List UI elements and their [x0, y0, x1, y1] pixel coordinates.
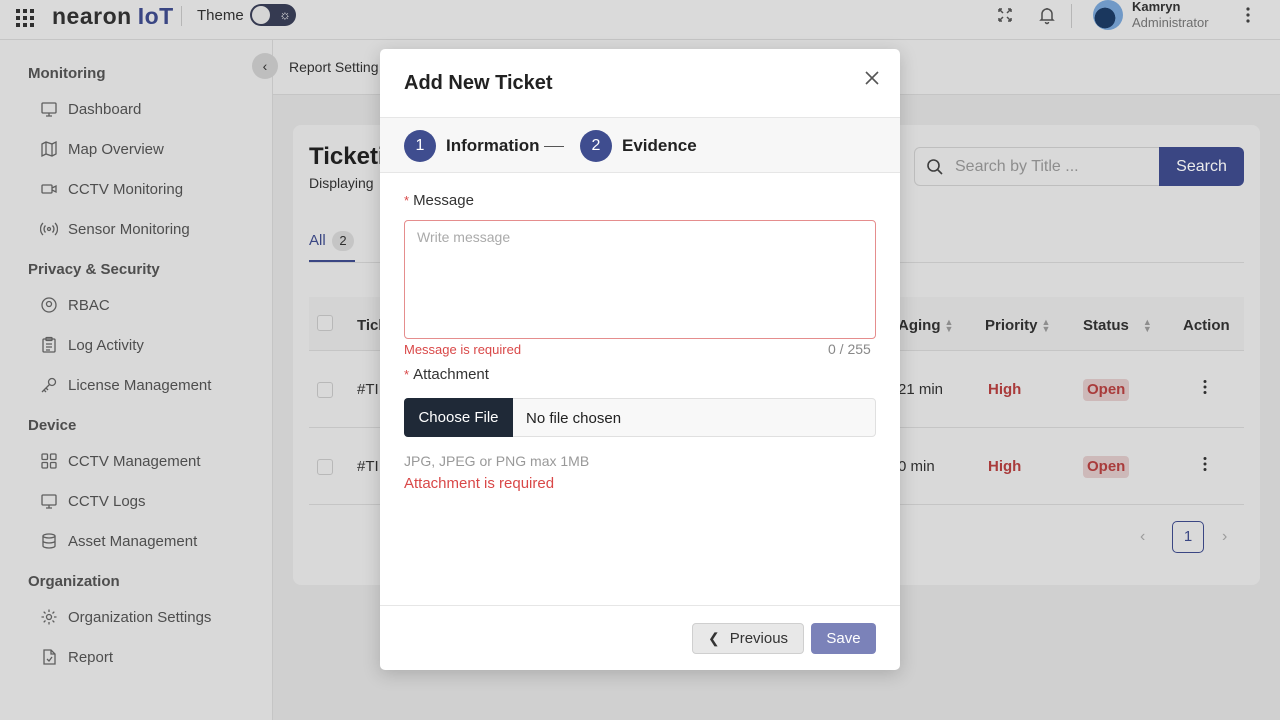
- step-number: 1: [404, 130, 436, 162]
- button-label: Previous: [729, 630, 789, 647]
- attachment-hint: JPG, JPEG or PNG max 1MB: [404, 453, 590, 469]
- character-counter: 0 / 255: [828, 341, 871, 357]
- save-button[interactable]: Save: [811, 623, 876, 654]
- label-text: Message: [413, 192, 474, 209]
- label-text: Attachment: [413, 366, 489, 383]
- modal-title: Add New Ticket: [404, 72, 553, 94]
- chevron-left-icon: ❮: [707, 630, 720, 646]
- attachment-label: * Attachment: [404, 366, 489, 383]
- modal-footer-divider: [380, 605, 900, 606]
- file-status: No file chosen: [526, 410, 622, 427]
- close-icon[interactable]: [862, 68, 882, 88]
- step-label-evidence: Evidence: [622, 136, 697, 155]
- attachment-error: Attachment is required: [404, 475, 555, 492]
- previous-button[interactable]: ❮ Previous: [692, 623, 804, 654]
- file-input[interactable]: Choose File No file chosen: [404, 398, 876, 437]
- add-ticket-modal: Add New Ticket 1 Information 2 Evidence …: [380, 49, 900, 670]
- message-error: Message is required: [404, 342, 522, 357]
- step-label-information: Information: [446, 136, 540, 155]
- step-connector: [544, 146, 564, 147]
- choose-file-button[interactable]: Choose File: [404, 398, 513, 437]
- required-mark: *: [404, 193, 410, 208]
- stepper: 1 Information 2 Evidence: [380, 117, 900, 173]
- step-number: 2: [580, 130, 612, 162]
- message-label: * Message: [404, 192, 474, 209]
- message-textarea[interactable]: [404, 220, 876, 339]
- required-mark: *: [404, 367, 410, 382]
